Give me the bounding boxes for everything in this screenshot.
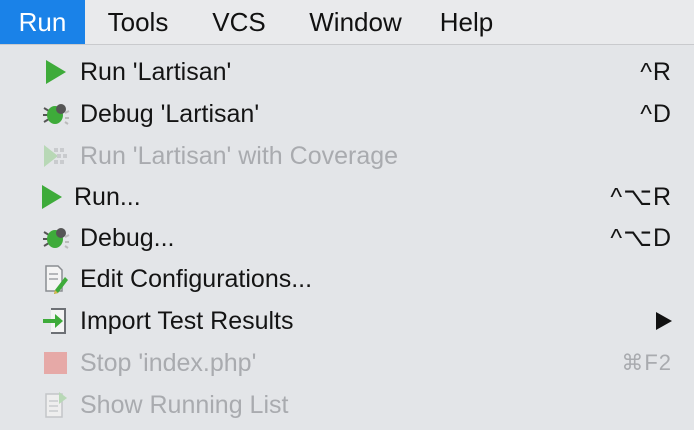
menu-item-run-dots[interactable]: Run... ^⌥R [0,176,694,218]
menu-item-shortcut: ^R [640,57,672,86]
menu-item-label: Edit Configurations... [80,264,313,293]
menu-item-shortcut: ^⌥R [610,183,672,211]
menu-item-label: Run 'Lartisan' with Coverage [80,141,399,170]
menu-item-label: Show Running List [80,390,289,419]
menu-item-run-lartisan[interactable]: Run 'Lartisan' ^R [0,51,694,93]
menu-tools[interactable]: Tools [85,0,191,44]
debug-icon [40,99,70,129]
menu-item-shortcut: ^⌥D [610,224,672,252]
menu-item-shortcut: ⌘F2 [621,350,672,375]
menu-item-stop-index-php: Stop 'index.php' ⌘F2 [0,342,694,384]
menu-item-label: Stop 'index.php' [80,348,257,377]
menu-item-label: Debug 'Lartisan' [80,99,260,128]
run-dropdown-menu: Run 'Lartisan' ^R Debug 'Lartisan' ^D Ru… [0,45,694,430]
menu-bar: Run Tools VCS Window Help [0,0,694,45]
menu-item-label: Run... [74,182,141,211]
menu-help[interactable]: Help [424,0,509,44]
run-icon [40,57,70,87]
menu-item-import-test-results[interactable]: Import Test Results [0,300,694,342]
menu-item-show-running-list: Show Running List [0,384,694,426]
debug-icon [40,223,70,253]
menu-item-label: Debug... [80,223,175,252]
edit-configurations-icon [40,264,70,294]
menu-item-edit-configurations[interactable]: Edit Configurations... [0,258,694,300]
menu-item-run-with-coverage: Run 'Lartisan' with Coverage [0,135,694,177]
running-list-icon [40,390,70,420]
menu-item-debug-dots[interactable]: Debug... ^⌥D [0,217,694,259]
menu-item-shortcut: ^D [640,99,672,128]
stop-icon [40,348,70,378]
menu-vcs[interactable]: VCS [191,0,287,44]
import-icon [40,306,70,336]
menu-run[interactable]: Run [0,0,85,44]
menu-item-label: Import Test Results [80,306,294,335]
coverage-icon [40,141,70,171]
menu-item-label: Run 'Lartisan' [80,57,232,86]
menu-window[interactable]: Window [287,0,424,44]
submenu-arrow-icon [656,312,672,330]
run-icon [36,182,66,212]
menu-item-debug-lartisan[interactable]: Debug 'Lartisan' ^D [0,93,694,135]
